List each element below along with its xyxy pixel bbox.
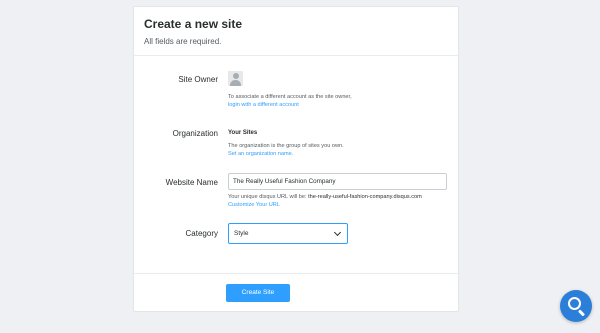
disqus-url-help: Your unique disqus URL will be: the-real… [228, 193, 447, 201]
disqus-url-prefix: Your unique disqus URL will be: [228, 194, 309, 200]
website-name-label: Website Name [165, 178, 218, 187]
login-different-account-link[interactable]: login with a different account [228, 101, 352, 109]
category-select[interactable]: Style [228, 223, 348, 244]
organization-label: Organization [172, 129, 218, 138]
organization-field: Your Sites The organization is the group… [228, 129, 344, 158]
page-title: Create a new site [144, 17, 243, 31]
site-owner-field: To associate a different account as the … [228, 71, 352, 109]
search-icon-handle [577, 309, 586, 317]
avatar-head-icon [232, 73, 239, 79]
card-header: Create a new site All fields are require… [134, 7, 458, 56]
avatar [228, 71, 243, 86]
set-organization-name-link[interactable]: Set an organization name. [228, 150, 344, 158]
category-label: Category [185, 229, 218, 238]
avatar-body-icon [230, 80, 241, 86]
category-field: Style [228, 223, 348, 244]
footer-divider [134, 273, 458, 274]
site-owner-label: Site Owner [178, 75, 218, 84]
category-selected-value: Style [234, 230, 249, 237]
create-site-card: Create a new site All fields are require… [133, 6, 459, 312]
customize-url-link[interactable]: Customize Your URL [228, 201, 447, 209]
chevron-down-icon [333, 228, 342, 237]
website-name-field: The Really Useful Fashion Company Your u… [228, 173, 447, 209]
organization-help: The organization is the group of sites y… [228, 143, 344, 149]
page-subtitle: All fields are required. [144, 37, 222, 46]
disqus-url-value: the-really-useful-fashion-company.disqus… [308, 194, 422, 200]
search-icon [568, 297, 581, 310]
create-site-button[interactable]: Create Site [226, 284, 290, 302]
search-fab-button[interactable] [560, 290, 592, 322]
site-owner-help: To associate a different account as the … [228, 94, 352, 100]
organization-value: Your Sites [228, 130, 258, 136]
website-name-input[interactable]: The Really Useful Fashion Company [228, 173, 447, 190]
